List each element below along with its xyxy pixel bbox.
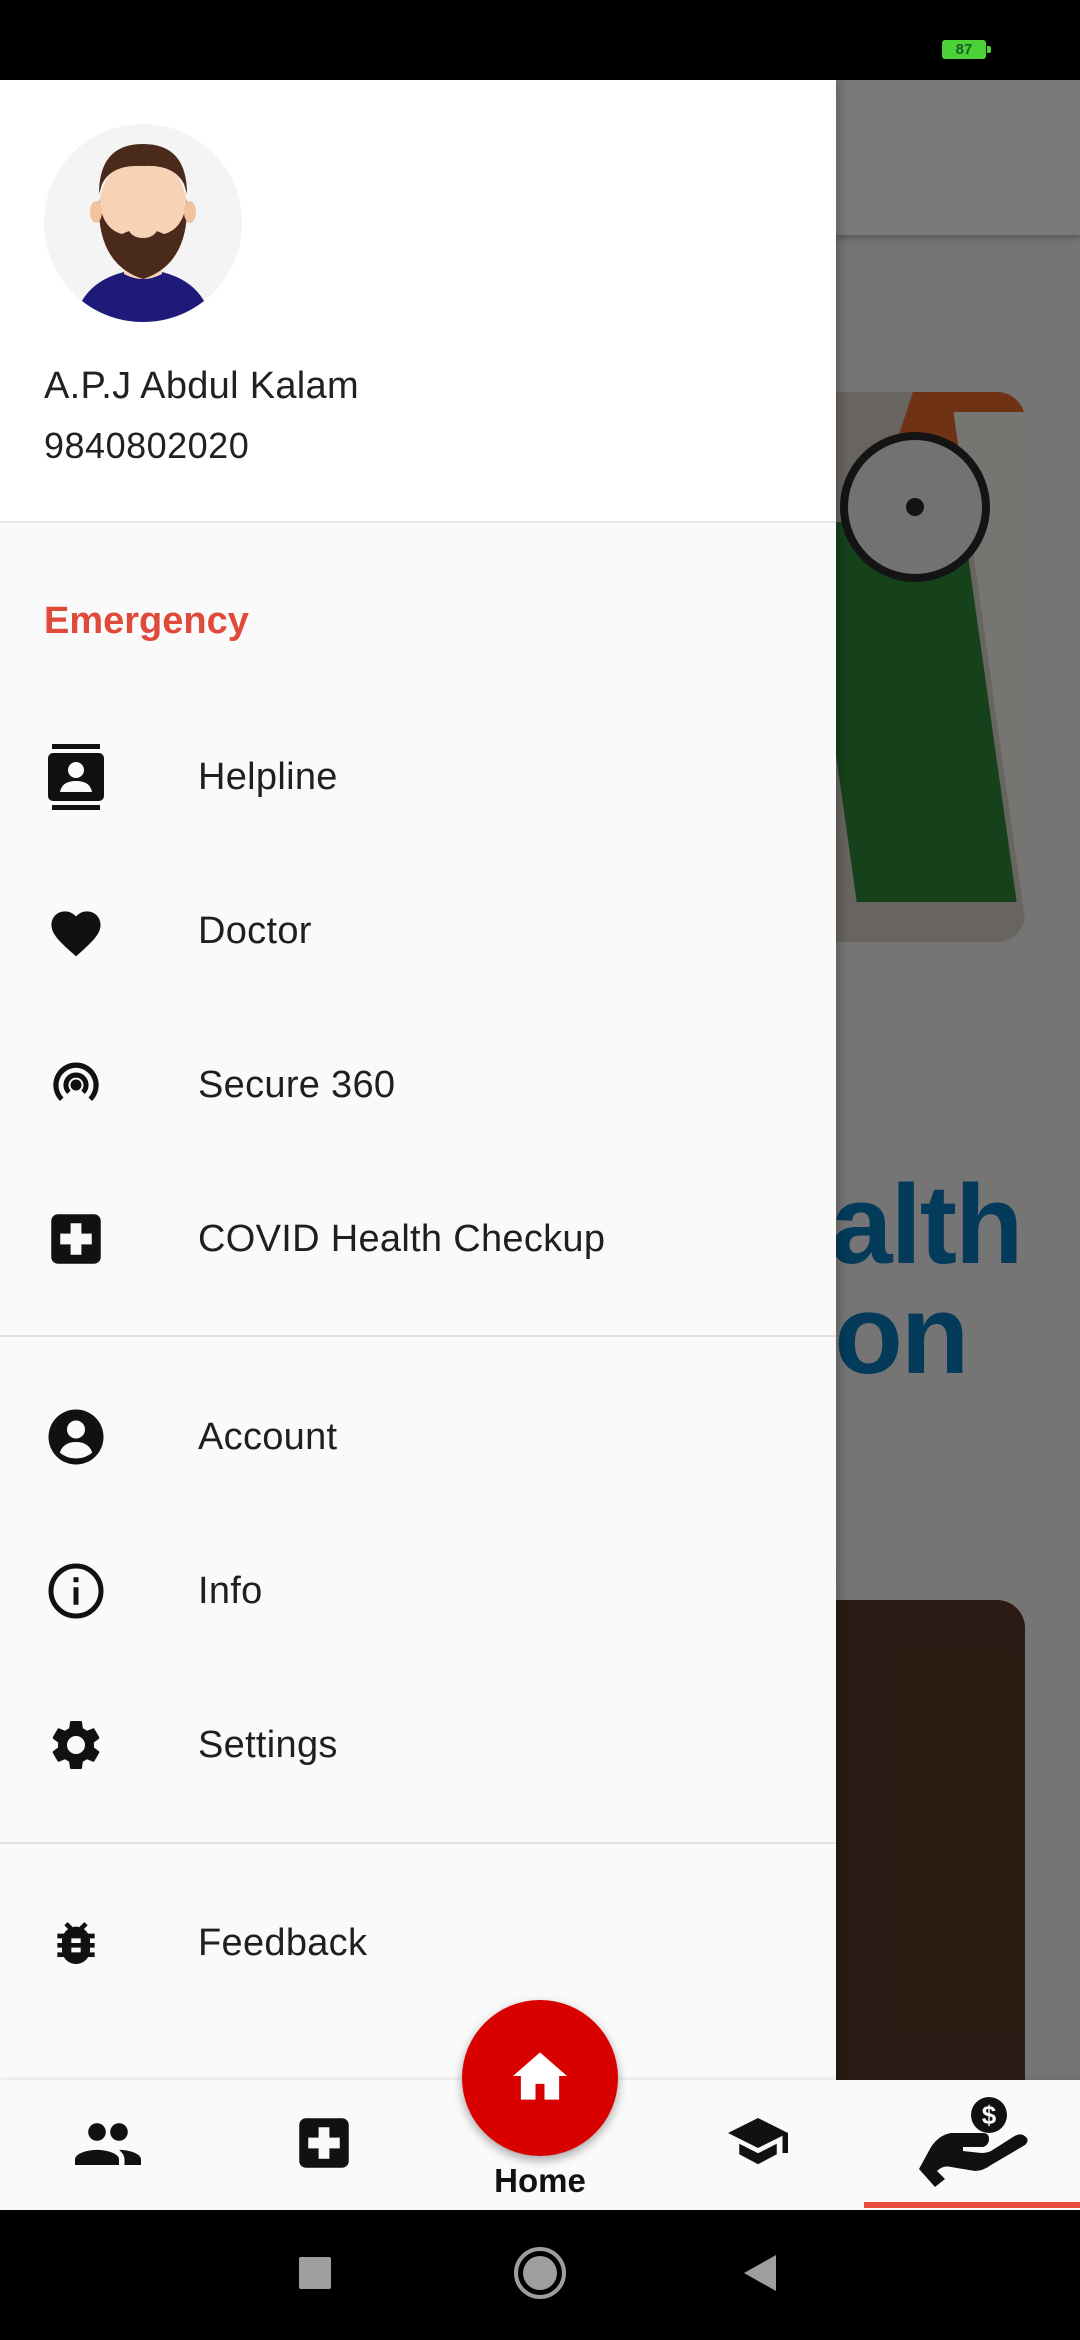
battery-icon: 87 <box>942 40 991 59</box>
divider <box>0 1842 836 1844</box>
menu-label-info: Info <box>198 1569 263 1612</box>
menu-label-feedback: Feedback <box>198 1921 368 1964</box>
menu-label-settings: Settings <box>198 1723 338 1766</box>
nav-education-button[interactable] <box>690 2080 825 2210</box>
navigation-drawer: A.P.J Abdul Kalam 9840802020 Emergency H… <box>0 80 836 2080</box>
menu-item-info[interactable]: Info <box>0 1526 836 1656</box>
info-icon <box>44 1559 108 1623</box>
avatar-illustration <box>44 124 242 322</box>
recents-button[interactable] <box>255 2210 375 2340</box>
nav-home-button[interactable] <box>462 2000 618 2156</box>
avatar[interactable] <box>44 124 242 322</box>
menu-label-secure-360: Secure 360 <box>198 1063 396 1106</box>
contact-book-icon <box>44 744 108 810</box>
user-name: A.P.J Abdul Kalam <box>44 365 359 407</box>
menu-item-covid-checkup[interactable]: COVID Health Checkup <box>0 1174 836 1304</box>
nav-donate-button[interactable]: $ <box>890 2080 1060 2210</box>
menu-label-covid-checkup: COVID Health Checkup <box>198 1217 606 1260</box>
back-triangle-icon <box>742 2253 778 2298</box>
people-icon <box>74 2121 141 2170</box>
back-button[interactable] <box>700 2210 820 2340</box>
home-icon <box>513 2051 567 2105</box>
status-bar: 87 <box>0 0 1080 80</box>
menu-item-secure-360[interactable]: Secure 360 <box>0 1020 836 1150</box>
graduation-cap-icon <box>727 2117 789 2173</box>
nav-medical-button[interactable] <box>256 2080 391 2210</box>
donate-hand-icon: $ <box>915 2093 1035 2198</box>
menu-item-feedback[interactable]: Feedback <box>0 1878 836 2008</box>
gear-icon <box>44 1713 108 1777</box>
medical-cross-icon <box>297 2116 351 2175</box>
menu-item-account[interactable]: Account <box>0 1372 836 1502</box>
divider <box>0 1335 836 1337</box>
menu-label-doctor: Doctor <box>198 909 312 952</box>
section-title-emergency: Emergency <box>44 600 249 642</box>
system-navigation-bar <box>0 2210 1080 2340</box>
nav-home-label: Home <box>494 2162 586 2199</box>
bug-icon <box>44 1911 108 1975</box>
menu-label-helpline: Helpline <box>198 755 338 798</box>
svg-text:$: $ <box>982 2100 997 2130</box>
home-system-button[interactable] <box>480 2210 600 2340</box>
radar-broadcast-icon <box>44 1053 108 1117</box>
user-phone: 9840802020 <box>44 425 250 466</box>
square-icon <box>298 2256 332 2295</box>
selected-tab-indicator <box>864 2202 1080 2208</box>
account-circle-icon <box>44 1405 108 1469</box>
nav-community-button[interactable] <box>40 2080 175 2210</box>
menu-item-settings[interactable]: Settings <box>0 1680 836 1810</box>
circle-icon <box>513 2246 567 2305</box>
heart-icon <box>44 899 108 963</box>
medical-cross-icon <box>44 1207 108 1271</box>
menu-item-helpline[interactable]: Helpline <box>0 712 836 842</box>
menu-label-account: Account <box>198 1415 338 1458</box>
menu-item-doctor[interactable]: Doctor <box>0 866 836 996</box>
drawer-header: A.P.J Abdul Kalam 9840802020 <box>0 80 836 523</box>
